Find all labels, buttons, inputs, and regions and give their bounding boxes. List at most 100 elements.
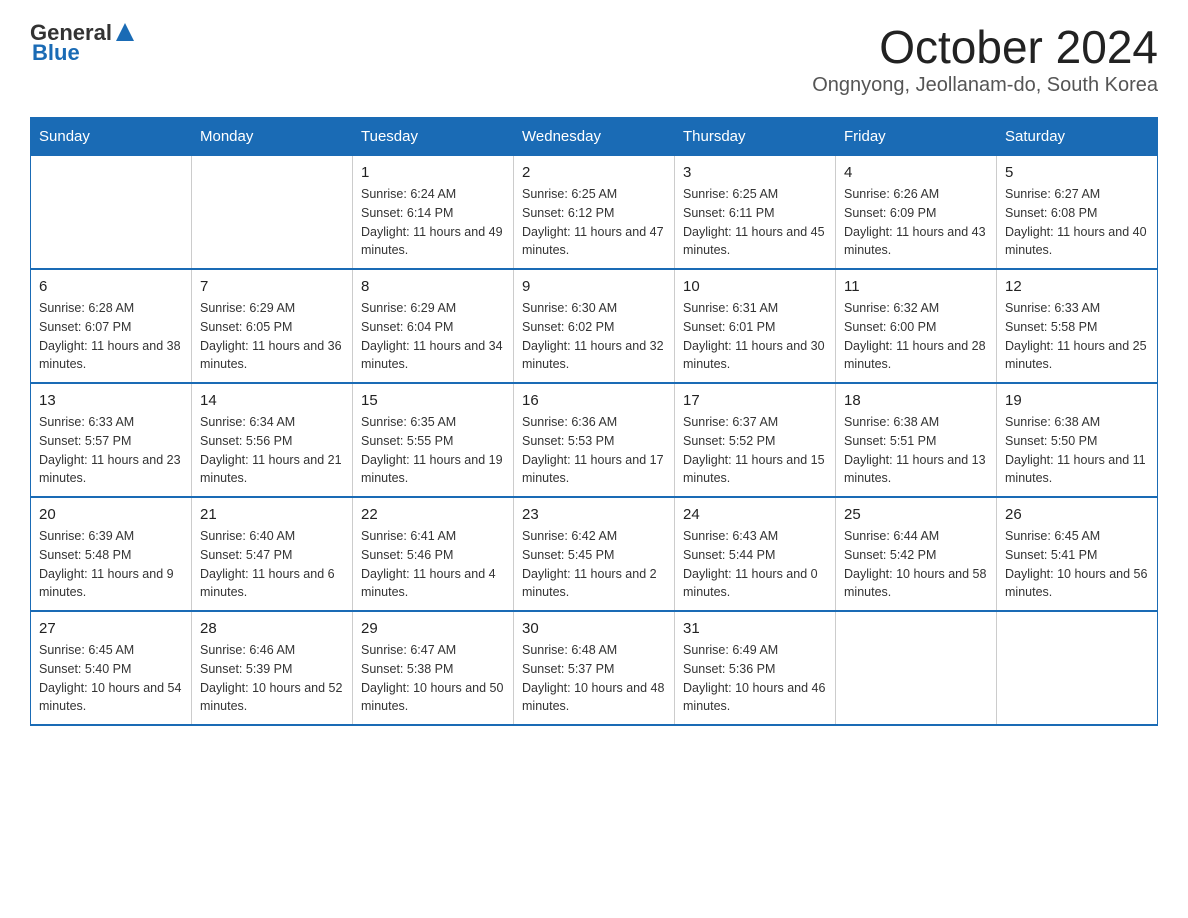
day-number: 13: [39, 392, 183, 409]
calendar-cell: 12 Sunrise: 6:33 AMSunset: 5:58 PMDayligh…: [997, 269, 1158, 383]
day-sun-info: Sunrise: 6:24 AMSunset: 6:14 PMDaylight:…: [361, 185, 505, 260]
day-sun-info: Sunrise: 6:29 AMSunset: 6:04 PMDaylight:…: [361, 299, 505, 374]
day-number: 9: [522, 278, 666, 295]
day-number: 23: [522, 506, 666, 523]
calendar-cell: 26 Sunrise: 6:45 AMSunset: 5:41 PMDayligh…: [997, 497, 1158, 611]
day-sun-info: Sunrise: 6:25 AMSunset: 6:12 PMDaylight:…: [522, 185, 666, 260]
day-number: 29: [361, 620, 505, 637]
month-year-title: October 2024: [812, 20, 1158, 74]
day-number: 18: [844, 392, 988, 409]
day-sun-info: Sunrise: 6:39 AMSunset: 5:48 PMDaylight:…: [39, 527, 183, 602]
day-number: 31: [683, 620, 827, 637]
day-sun-info: Sunrise: 6:33 AMSunset: 5:57 PMDaylight:…: [39, 413, 183, 488]
calendar-cell: 11 Sunrise: 6:32 AMSunset: 6:00 PMDayligh…: [836, 269, 997, 383]
day-sun-info: Sunrise: 6:30 AMSunset: 6:02 PMDaylight:…: [522, 299, 666, 374]
logo: General Blue: [30, 20, 136, 66]
day-sun-info: Sunrise: 6:42 AMSunset: 5:45 PMDaylight:…: [522, 527, 666, 602]
logo-triangle-icon: [114, 21, 136, 43]
day-sun-info: Sunrise: 6:29 AMSunset: 6:05 PMDaylight:…: [200, 299, 344, 374]
column-header-thursday: Thursday: [675, 118, 836, 156]
day-sun-info: Sunrise: 6:26 AMSunset: 6:09 PMDaylight:…: [844, 185, 988, 260]
calendar-week-row: 20 Sunrise: 6:39 AMSunset: 5:48 PMDayligh…: [31, 497, 1158, 611]
calendar-cell: 3 Sunrise: 6:25 AMSunset: 6:11 PMDaylight…: [675, 156, 836, 270]
day-sun-info: Sunrise: 6:36 AMSunset: 5:53 PMDaylight:…: [522, 413, 666, 488]
day-number: 11: [844, 278, 988, 295]
day-sun-info: Sunrise: 6:45 AMSunset: 5:40 PMDaylight:…: [39, 641, 183, 716]
calendar-cell: 30Sunrise: 6:48 AMSunset: 5:37 PMDayligh…: [514, 611, 675, 725]
day-number: 17: [683, 392, 827, 409]
calendar-week-row: 27 Sunrise: 6:45 AMSunset: 5:40 PMDayligh…: [31, 611, 1158, 725]
day-number: 16: [522, 392, 666, 409]
calendar-cell: 6Sunrise: 6:28 AMSunset: 6:07 PMDaylight…: [31, 269, 192, 383]
calendar-cell: 24Sunrise: 6:43 AMSunset: 5:44 PMDayligh…: [675, 497, 836, 611]
day-number: 15: [361, 392, 505, 409]
day-number: 24: [683, 506, 827, 523]
day-sun-info: Sunrise: 6:27 AMSunset: 6:08 PMDaylight:…: [1005, 185, 1149, 260]
calendar-cell: 28Sunrise: 6:46 AMSunset: 5:39 PMDayligh…: [192, 611, 353, 725]
calendar-cell: 1 Sunrise: 6:24 AMSunset: 6:14 PMDaylight…: [353, 156, 514, 270]
day-sun-info: Sunrise: 6:45 AMSunset: 5:41 PMDaylight:…: [1005, 527, 1149, 602]
day-number: 25: [844, 506, 988, 523]
day-sun-info: Sunrise: 6:25 AMSunset: 6:11 PMDaylight:…: [683, 185, 827, 260]
calendar-week-row: 13 Sunrise: 6:33 AMSunset: 5:57 PMDayligh…: [31, 383, 1158, 497]
day-sun-info: Sunrise: 6:44 AMSunset: 5:42 PMDaylight:…: [844, 527, 988, 602]
day-number: 2: [522, 164, 666, 181]
calendar-table: SundayMondayTuesdayWednesdayThursdayFrid…: [30, 117, 1158, 726]
calendar-cell: 2 Sunrise: 6:25 AMSunset: 6:12 PMDaylight…: [514, 156, 675, 270]
calendar-cell: 16 Sunrise: 6:36 AMSunset: 5:53 PMDayligh…: [514, 383, 675, 497]
day-sun-info: Sunrise: 6:41 AMSunset: 5:46 PMDaylight:…: [361, 527, 505, 602]
calendar-cell: 8 Sunrise: 6:29 AMSunset: 6:04 PMDaylight…: [353, 269, 514, 383]
day-number: 22: [361, 506, 505, 523]
calendar-cell: 31 Sunrise: 6:49 AMSunset: 5:36 PMDayligh…: [675, 611, 836, 725]
calendar-cell: 4Sunrise: 6:26 AMSunset: 6:09 PMDaylight…: [836, 156, 997, 270]
day-number: 21: [200, 506, 344, 523]
calendar-cell: 17 Sunrise: 6:37 AMSunset: 5:52 PMDayligh…: [675, 383, 836, 497]
day-sun-info: Sunrise: 6:47 AMSunset: 5:38 PMDaylight:…: [361, 641, 505, 716]
column-header-monday: Monday: [192, 118, 353, 156]
location-subtitle: Ongnyong, Jeollanam-do, South Korea: [812, 74, 1158, 97]
column-header-sunday: Sunday: [31, 118, 192, 156]
day-number: 3: [683, 164, 827, 181]
calendar-cell: 23 Sunrise: 6:42 AMSunset: 5:45 PMDayligh…: [514, 497, 675, 611]
calendar-cell: 29 Sunrise: 6:47 AMSunset: 5:38 PMDayligh…: [353, 611, 514, 725]
day-number: 7: [200, 278, 344, 295]
day-sun-info: Sunrise: 6:49 AMSunset: 5:36 PMDaylight:…: [683, 641, 827, 716]
day-sun-info: Sunrise: 6:40 AMSunset: 5:47 PMDaylight:…: [200, 527, 344, 602]
calendar-cell: 14 Sunrise: 6:34 AMSunset: 5:56 PMDayligh…: [192, 383, 353, 497]
calendar-cell: 10Sunrise: 6:31 AMSunset: 6:01 PMDayligh…: [675, 269, 836, 383]
column-header-wednesday: Wednesday: [514, 118, 675, 156]
calendar-cell: [836, 611, 997, 725]
page-header: General Blue October 2024 Ongnyong, Jeol…: [30, 20, 1158, 97]
calendar-cell: [997, 611, 1158, 725]
logo-blue: Blue: [32, 40, 80, 66]
calendar-cell: 7 Sunrise: 6:29 AMSunset: 6:05 PMDaylight…: [192, 269, 353, 383]
day-number: 27: [39, 620, 183, 637]
title-area: October 2024 Ongnyong, Jeollanam-do, Sou…: [812, 20, 1158, 97]
day-sun-info: Sunrise: 6:33 AMSunset: 5:58 PMDaylight:…: [1005, 299, 1149, 374]
day-number: 12: [1005, 278, 1149, 295]
day-sun-info: Sunrise: 6:35 AMSunset: 5:55 PMDaylight:…: [361, 413, 505, 488]
day-number: 1: [361, 164, 505, 181]
day-number: 20: [39, 506, 183, 523]
calendar-cell: 15 Sunrise: 6:35 AMSunset: 5:55 PMDayligh…: [353, 383, 514, 497]
day-number: 14: [200, 392, 344, 409]
day-number: 28: [200, 620, 344, 637]
day-sun-info: Sunrise: 6:32 AMSunset: 6:00 PMDaylight:…: [844, 299, 988, 374]
day-number: 26: [1005, 506, 1149, 523]
calendar-cell: 21 Sunrise: 6:40 AMSunset: 5:47 PMDayligh…: [192, 497, 353, 611]
calendar-cell: 25 Sunrise: 6:44 AMSunset: 5:42 PMDayligh…: [836, 497, 997, 611]
calendar-week-row: 1 Sunrise: 6:24 AMSunset: 6:14 PMDaylight…: [31, 156, 1158, 270]
day-sun-info: Sunrise: 6:37 AMSunset: 5:52 PMDaylight:…: [683, 413, 827, 488]
day-sun-info: Sunrise: 6:31 AMSunset: 6:01 PMDaylight:…: [683, 299, 827, 374]
calendar-cell: 13 Sunrise: 6:33 AMSunset: 5:57 PMDayligh…: [31, 383, 192, 497]
calendar-week-row: 6Sunrise: 6:28 AMSunset: 6:07 PMDaylight…: [31, 269, 1158, 383]
day-number: 30: [522, 620, 666, 637]
day-sun-info: Sunrise: 6:38 AMSunset: 5:51 PMDaylight:…: [844, 413, 988, 488]
day-number: 8: [361, 278, 505, 295]
calendar-cell: 19Sunrise: 6:38 AMSunset: 5:50 PMDayligh…: [997, 383, 1158, 497]
calendar-cell: 5Sunrise: 6:27 AMSunset: 6:08 PMDaylight…: [997, 156, 1158, 270]
calendar-header-row: SundayMondayTuesdayWednesdayThursdayFrid…: [31, 118, 1158, 156]
day-sun-info: Sunrise: 6:34 AMSunset: 5:56 PMDaylight:…: [200, 413, 344, 488]
calendar-cell: 22 Sunrise: 6:41 AMSunset: 5:46 PMDayligh…: [353, 497, 514, 611]
day-number: 19: [1005, 392, 1149, 409]
